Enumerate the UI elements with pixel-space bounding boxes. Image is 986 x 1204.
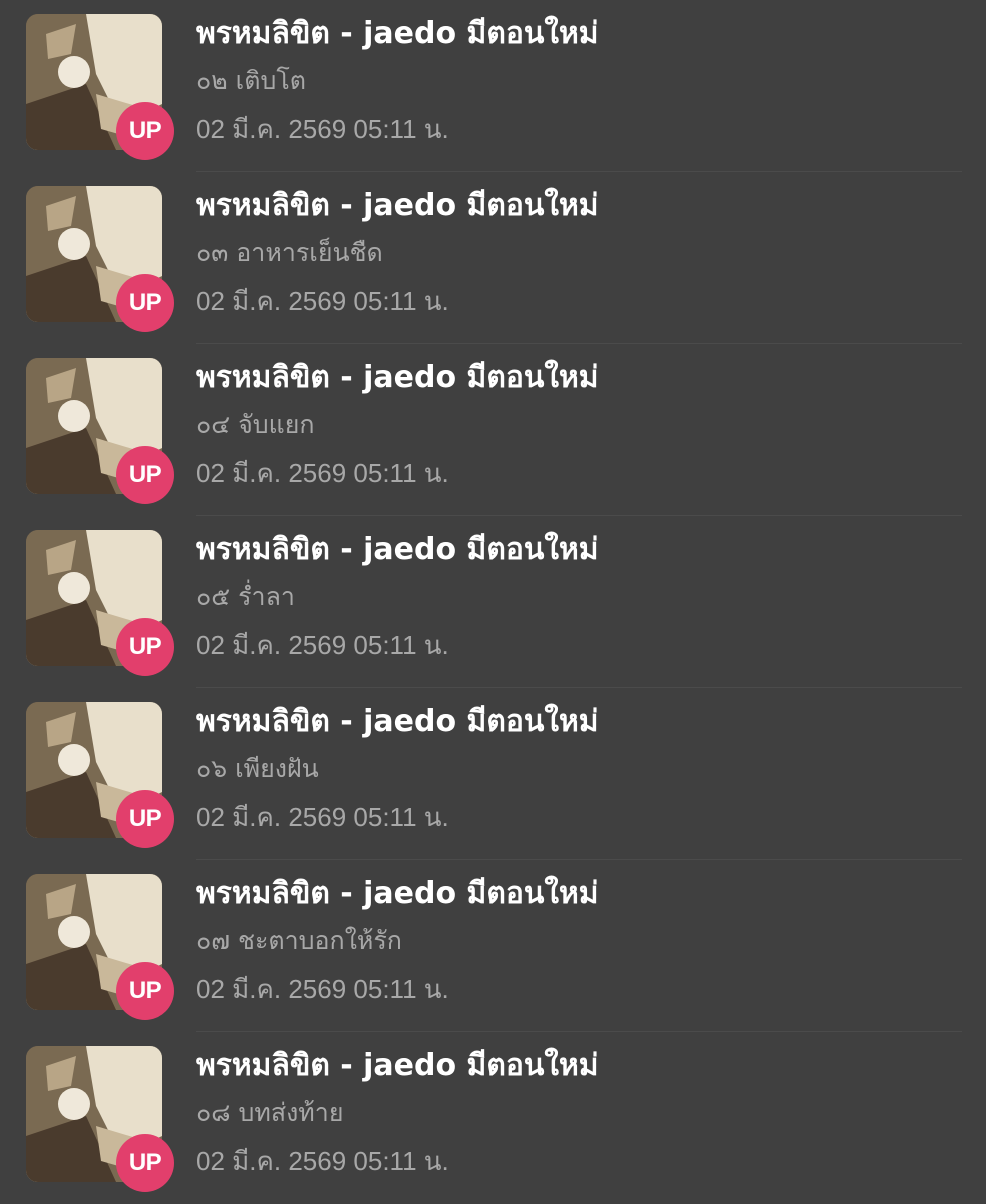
update-badge: UP <box>116 962 174 1020</box>
notification-text: พรหมลิขิต - jaedo มีตอนใหม่ ๐๘ บทส่งท้าย… <box>196 1046 962 1178</box>
notification-text: พรหมลิขิต - jaedo มีตอนใหม่ ๐๔ จับแยก 02… <box>196 358 962 490</box>
notification-text: พรหมลิขิต - jaedo มีตอนใหม่ ๐๖ เพียงฝัน … <box>196 702 962 834</box>
notification-item[interactable]: UP พรหมลิขิต - jaedo มีตอนใหม่ ๐๓ อาหารเ… <box>0 172 986 344</box>
thumbnail-container: UP <box>26 530 174 678</box>
notification-date: 02 มี.ค. 2569 05:11 น. <box>196 458 449 488</box>
notification-title: พรหมลิขิต - jaedo มีตอนใหม่ <box>196 1048 599 1083</box>
thumbnail-container: UP <box>26 1046 174 1194</box>
update-badge: UP <box>116 790 174 848</box>
thumbnail-container: UP <box>26 14 174 162</box>
notification-title: พรหมลิขิต - jaedo มีตอนใหม่ <box>196 704 599 739</box>
notification-item[interactable]: UP พรหมลิขิต - jaedo มีตอนใหม่ ๐๕ ร่ำลา … <box>0 516 986 688</box>
notification-text: พรหมลิขิต - jaedo มีตอนใหม่ ๐๕ ร่ำลา 02 … <box>196 530 962 662</box>
episode-title: ๐๕ ร่ำลา <box>196 582 295 611</box>
notification-text: พรหมลิขิต - jaedo มีตอนใหม่ ๐๗ ชะตาบอกให… <box>196 874 962 1006</box>
notification-title: พรหมลิขิต - jaedo มีตอนใหม่ <box>196 876 599 911</box>
notification-title: พรหมลิขิต - jaedo มีตอนใหม่ <box>196 360 599 395</box>
notification-title: พรหมลิขิต - jaedo มีตอนใหม่ <box>196 16 599 51</box>
notification-list: UP พรหมลิขิต - jaedo มีตอนใหม่ ๐๒ เติบโต… <box>0 0 986 1200</box>
thumbnail-container: UP <box>26 358 174 506</box>
episode-title: ๐๖ เพียงฝัน <box>196 754 319 783</box>
update-badge: UP <box>116 274 174 332</box>
notification-date: 02 มี.ค. 2569 05:11 น. <box>196 286 449 316</box>
notification-item[interactable]: UP พรหมลิขิต - jaedo มีตอนใหม่ ๐๖ เพียงฝ… <box>0 688 986 860</box>
episode-title: ๐๒ เติบโต <box>196 66 306 95</box>
thumbnail-container: UP <box>26 702 174 850</box>
update-badge: UP <box>116 446 174 504</box>
notification-title: พรหมลิขิต - jaedo มีตอนใหม่ <box>196 188 599 223</box>
update-badge: UP <box>116 1134 174 1192</box>
notification-date: 02 มี.ค. 2569 05:11 น. <box>196 114 449 144</box>
episode-title: ๐๘ บทส่งท้าย <box>196 1098 344 1127</box>
thumbnail-container: UP <box>26 186 174 334</box>
notification-title: พรหมลิขิต - jaedo มีตอนใหม่ <box>196 532 599 567</box>
notification-item[interactable]: UP พรหมลิขิต - jaedo มีตอนใหม่ ๐๘ บทส่งท… <box>0 1032 986 1204</box>
episode-title: ๐๗ ชะตาบอกให้รัก <box>196 926 402 955</box>
update-badge: UP <box>116 102 174 160</box>
notification-date: 02 มี.ค. 2569 05:11 น. <box>196 630 449 660</box>
notification-text: พรหมลิขิต - jaedo มีตอนใหม่ ๐๓ อาหารเย็น… <box>196 186 962 318</box>
notification-item[interactable]: UP พรหมลิขิต - jaedo มีตอนใหม่ ๐๒ เติบโต… <box>0 0 986 172</box>
notification-item[interactable]: UP พรหมลิขิต - jaedo มีตอนใหม่ ๐๗ ชะตาบอ… <box>0 860 986 1032</box>
notification-item[interactable]: UP พรหมลิขิต - jaedo มีตอนใหม่ ๐๔ จับแยก… <box>0 344 986 516</box>
notification-date: 02 มี.ค. 2569 05:11 น. <box>196 802 449 832</box>
episode-title: ๐๔ จับแยก <box>196 410 315 439</box>
episode-title: ๐๓ อาหารเย็นชืด <box>196 238 383 267</box>
notification-date: 02 มี.ค. 2569 05:11 น. <box>196 1146 449 1176</box>
update-badge: UP <box>116 618 174 676</box>
notification-text: พรหมลิขิต - jaedo มีตอนใหม่ ๐๒ เติบโต 02… <box>196 14 962 146</box>
notification-date: 02 มี.ค. 2569 05:11 น. <box>196 974 449 1004</box>
thumbnail-container: UP <box>26 874 174 1022</box>
